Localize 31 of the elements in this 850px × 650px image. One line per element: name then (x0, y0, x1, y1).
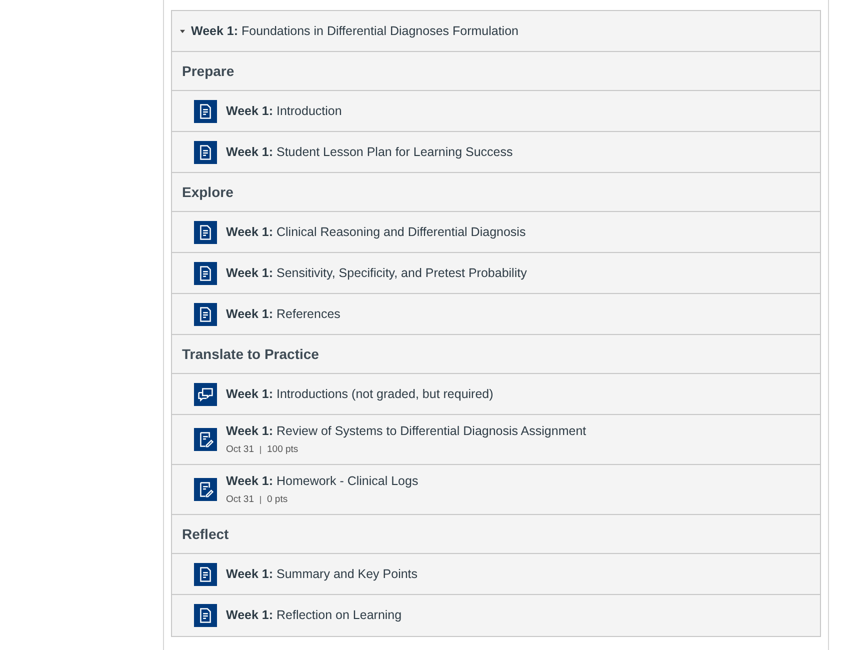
page-icon (194, 604, 217, 627)
caret-icon[interactable] (180, 28, 185, 34)
item-link[interactable]: Week 1: Reflection on Learning (226, 606, 402, 625)
due-date: Oct 31 (226, 442, 254, 457)
item-link[interactable]: Week 1: References (226, 304, 340, 324)
due-date: Oct 31 (226, 492, 254, 507)
item-link[interactable]: Week 1: Clinical Reasoning and Differential Diagnosis (226, 222, 526, 242)
section-heading: Prepare (182, 62, 234, 81)
points: 0 pts (267, 492, 288, 507)
item-link[interactable]: Week 1: Homework - Clinical Logs (226, 472, 418, 491)
module-header[interactable]: Week 1: Foundations in Differential Diagnoses Formulation (172, 11, 820, 52)
discussion-icon (194, 382, 217, 406)
page-icon (194, 562, 217, 586)
item-link[interactable]: Week 1: Introduction (226, 102, 342, 120)
assignment-icon (194, 428, 217, 451)
section-heading: Translate to Practice (182, 344, 319, 364)
item-link[interactable]: Week 1: Introductions (not graded, but required) (226, 384, 494, 404)
item-link[interactable]: Week 1: Sensitivity, Specificity, and Pretest Probability (226, 264, 527, 282)
item-link[interactable]: Week 1: Review of Systems to Differential Diagnosis Assignment (226, 422, 586, 441)
page-icon (194, 262, 217, 284)
points: 100 pts (267, 442, 298, 457)
item-link[interactable]: Week 1: Summary and Key Points (226, 564, 418, 584)
item-link[interactable]: Week 1: Student Lesson Plan for Learning Success (226, 142, 513, 162)
section-heading: Explore (182, 182, 234, 202)
module-title: Week 1: Foundations in Differential Diagnoses Formulation (191, 22, 518, 40)
page-icon (194, 100, 217, 122)
assignment-icon (194, 478, 217, 501)
page-icon (194, 140, 217, 164)
page-icon (194, 220, 217, 244)
section-heading: Reflect (182, 524, 229, 544)
page-icon (194, 302, 217, 326)
